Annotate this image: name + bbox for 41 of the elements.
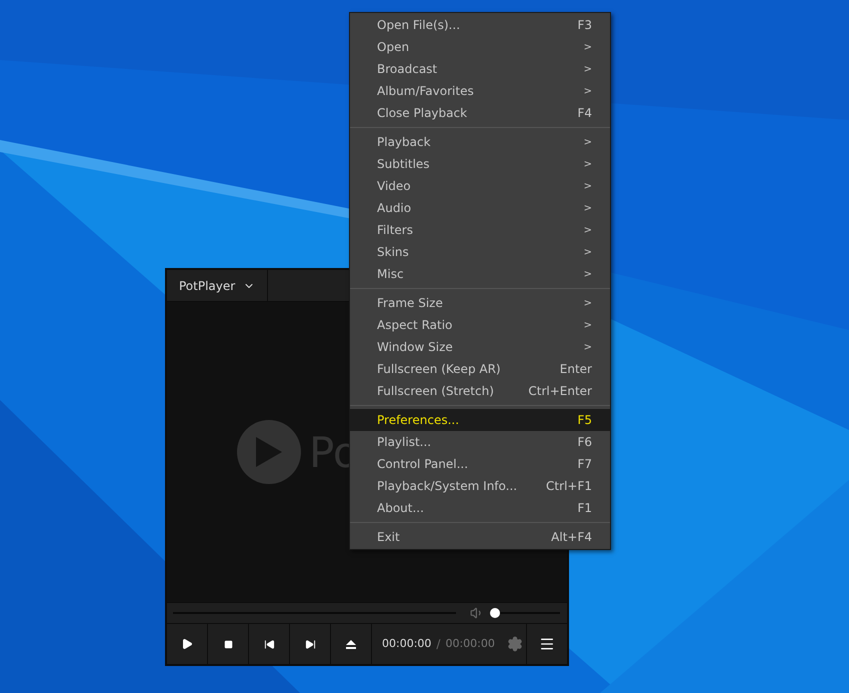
play-icon — [181, 638, 193, 650]
menu-item[interactable]: Window Size > — [350, 336, 610, 358]
menu-item[interactable]: Playback/System Info... Ctrl+F1 — [350, 475, 610, 497]
menu-item[interactable]: Close Playback F4 — [350, 102, 610, 124]
menu-item[interactable]: Filters > — [350, 219, 610, 241]
current-time: 00:00:00 — [382, 636, 432, 652]
volume-slider[interactable] — [490, 608, 560, 618]
menu-item[interactable]: Fullscreen (Stretch) Ctrl+Enter — [350, 380, 610, 402]
next-button[interactable] — [290, 624, 331, 664]
menu-item[interactable]: Video > — [350, 175, 610, 197]
time-separator: / — [436, 636, 440, 653]
menu-item[interactable]: Exit Alt+F4 — [350, 526, 610, 548]
menu-item[interactable]: Broadcast > — [350, 58, 610, 80]
menu-item[interactable]: Playback > — [350, 131, 610, 153]
stop-button[interactable] — [208, 624, 249, 664]
previous-button[interactable] — [249, 624, 290, 664]
previous-icon — [264, 638, 274, 650]
eject-button[interactable] — [331, 624, 372, 664]
eject-icon — [346, 640, 356, 648]
stop-icon — [224, 640, 232, 648]
menu-item[interactable]: Preferences... F5 — [350, 409, 610, 431]
menu-item[interactable]: Subtitles > — [350, 153, 610, 175]
menu-item[interactable]: Aspect Ratio > — [350, 314, 610, 336]
menu-item[interactable]: Open > — [350, 36, 610, 58]
app-menu-button[interactable]: PotPlayer — [167, 270, 268, 301]
menu-item[interactable]: Misc > — [350, 263, 610, 285]
menu-item[interactable]: Skins > — [350, 241, 610, 263]
play-button[interactable] — [167, 624, 208, 664]
menu-item[interactable]: Fullscreen (Keep AR) Enter — [350, 358, 610, 380]
menu-item[interactable]: About... F1 — [350, 497, 610, 519]
next-icon — [304, 638, 316, 650]
total-time: 00:00:00 — [445, 636, 495, 652]
menu-item[interactable]: Open File(s)... F3 — [350, 14, 610, 36]
menu-item[interactable]: Audio > — [350, 197, 610, 219]
menu-item[interactable]: Album/Favorites > — [350, 80, 610, 102]
menu-item[interactable]: Frame Size > — [350, 292, 610, 314]
settings-icon[interactable] — [506, 636, 523, 652]
menu-icon — [539, 636, 555, 652]
menu-item[interactable]: Control Panel... F7 — [350, 453, 610, 475]
menu-item[interactable]: Playlist... F6 — [350, 431, 610, 453]
menu-button[interactable] — [527, 624, 567, 664]
